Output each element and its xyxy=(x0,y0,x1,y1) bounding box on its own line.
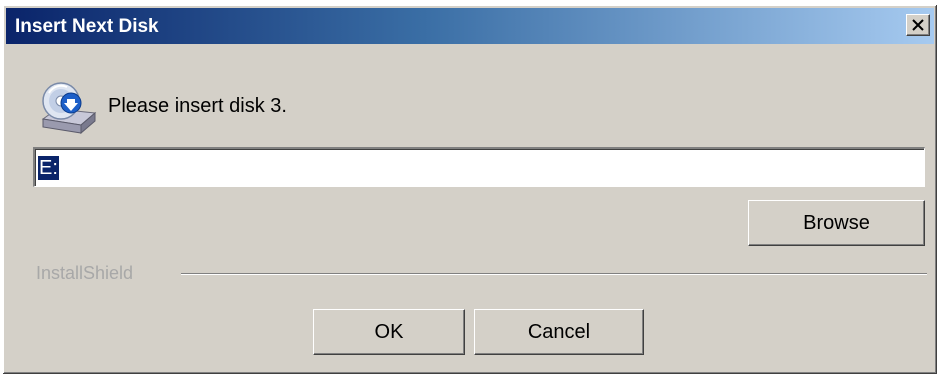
installshield-label: InstallShield xyxy=(36,263,134,283)
branding-divider xyxy=(181,273,927,275)
close-button[interactable] xyxy=(906,14,930,36)
prompt-message: Please insert disk 3. xyxy=(108,95,287,117)
browse-button[interactable]: Browse xyxy=(748,200,925,246)
close-icon xyxy=(912,19,924,31)
ok-button[interactable]: OK xyxy=(313,309,465,355)
disk-path-input[interactable]: E: xyxy=(33,147,925,187)
cancel-button[interactable]: Cancel xyxy=(474,309,644,355)
disk-drive-icon xyxy=(41,82,97,135)
path-value-selected[interactable]: E: xyxy=(38,156,59,180)
insert-disk-dialog: Insert Next Disk Please insert disk 3. E… xyxy=(2,4,938,375)
dialog-title: Insert Next Disk xyxy=(15,16,159,37)
title-bar[interactable]: Insert Next Disk xyxy=(6,8,934,44)
